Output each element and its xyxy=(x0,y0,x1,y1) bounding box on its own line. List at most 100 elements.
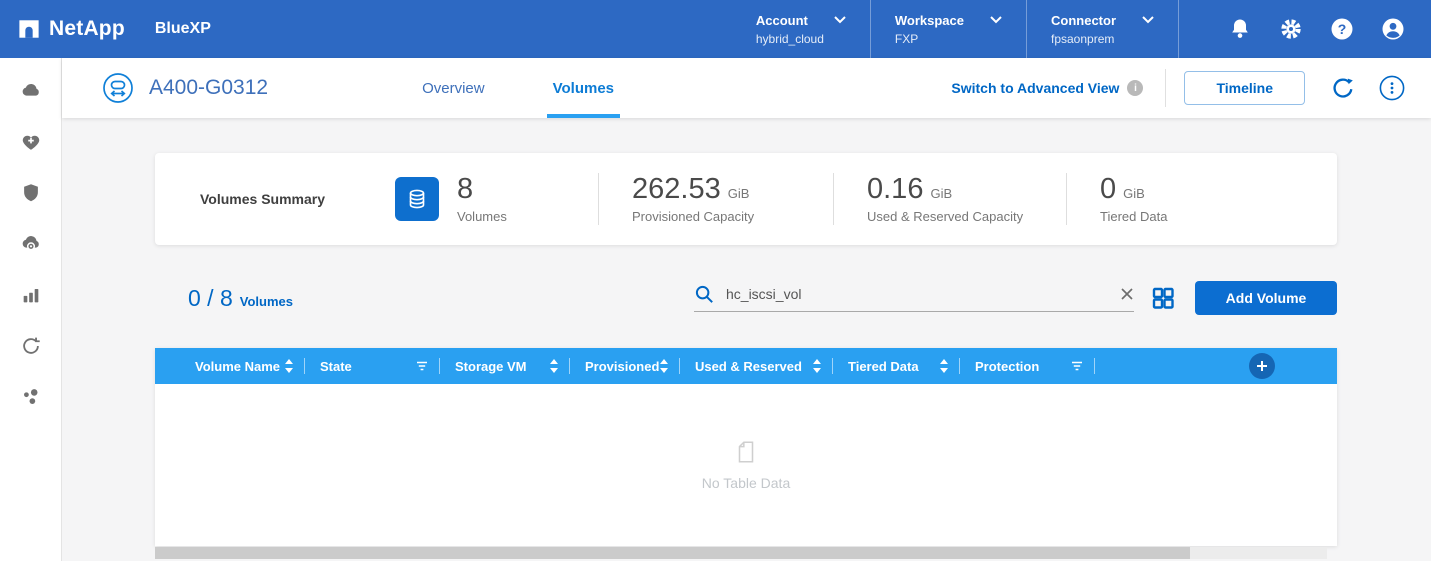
account-value: hybrid_cloud xyxy=(756,32,846,46)
connector-selector[interactable]: Connector fpsaonprem xyxy=(1026,0,1178,58)
svg-text:?: ? xyxy=(1338,21,1347,37)
column-label: Used & Reserved xyxy=(695,359,802,374)
top-bar: NetApp BlueXP Account hybrid_cloud Works… xyxy=(0,0,1431,58)
switch-advanced-view-link[interactable]: Switch to Advanced View xyxy=(951,80,1119,96)
provisioned-label: Provisioned Capacity xyxy=(632,209,833,224)
volumes-content: Volumes Summary 8 Volumes xyxy=(62,118,1431,559)
summary-title: Volumes Summary xyxy=(155,191,395,207)
connector-value: fpsaonprem xyxy=(1051,32,1154,46)
account-label: Account xyxy=(756,13,808,28)
sidebar-item-health-heart-icon[interactable] xyxy=(20,131,42,153)
sort-icon xyxy=(285,359,293,373)
horizontal-scrollbar[interactable] xyxy=(155,547,1327,559)
sidebar-item-protection-shield-icon[interactable] xyxy=(20,182,42,204)
bluexp-app: NetApp BlueXP Account hybrid_cloud Works… xyxy=(0,0,1431,561)
search-icon xyxy=(694,284,714,304)
workspace-selector[interactable]: Workspace FXP xyxy=(870,0,1026,58)
header-actions: Switch to Advanced View i Timeline xyxy=(951,58,1405,118)
metric-tiered-data: 0 GiB Tiered Data xyxy=(1066,173,1337,225)
tiered-data-value: 0 xyxy=(1100,175,1116,204)
tab-overview-label: Overview xyxy=(422,80,485,97)
tiered-data-label: Tiered Data xyxy=(1100,209,1337,224)
column-header-storage-vm[interactable]: Storage VM xyxy=(440,348,570,384)
netapp-logo-icon xyxy=(18,18,40,40)
volume-search xyxy=(694,284,1134,312)
info-icon: i xyxy=(1127,80,1143,96)
metric-volumes: 8 Volumes xyxy=(457,175,598,224)
clear-search-icon[interactable] xyxy=(1120,287,1134,301)
timeline-button[interactable]: Timeline xyxy=(1184,71,1305,105)
notifications-bell-icon[interactable] xyxy=(1228,17,1252,41)
connector-label: Connector xyxy=(1051,13,1116,28)
plus-icon xyxy=(1256,360,1268,372)
brand: NetApp BlueXP xyxy=(18,17,211,41)
search-input[interactable] xyxy=(726,286,1120,302)
chevron-down-icon xyxy=(990,16,1002,24)
filter-icon xyxy=(1071,361,1083,371)
table-empty-state: No Table Data xyxy=(155,384,1337,546)
chevron-down-icon xyxy=(1142,16,1154,24)
kebab-menu-icon[interactable] xyxy=(1379,75,1405,101)
column-header-volume-name[interactable]: Volume Name xyxy=(155,348,305,384)
sort-icon xyxy=(660,359,668,373)
topbar-controls: Account hybrid_cloud Workspace FXP Conne… xyxy=(732,0,1431,58)
header-divider xyxy=(1165,69,1166,107)
settings-gear-icon[interactable] xyxy=(1279,17,1303,41)
used-reserved-value: 0.16 xyxy=(867,175,923,204)
sidebar-item-sync-icon[interactable] xyxy=(20,335,42,357)
workspace-label: Workspace xyxy=(895,13,964,28)
used-reserved-label: Used & Reserved Capacity xyxy=(867,209,1066,224)
metric-provisioned-capacity: 262.53 GiB Provisioned Capacity xyxy=(598,173,833,225)
filter-count-label: Volumes xyxy=(240,294,293,309)
column-header-protection[interactable]: Protection xyxy=(960,348,1095,384)
page-title: A400-G0312 xyxy=(149,76,268,100)
sort-icon xyxy=(550,359,558,373)
column-label: Tiered Data xyxy=(848,359,919,374)
brand-name: NetApp xyxy=(49,17,125,41)
column-header-provisioned[interactable]: Provisioned xyxy=(570,348,680,384)
volumes-table: Volume Name State Storage VM Provisioned xyxy=(155,348,1337,546)
tab-volumes[interactable]: Volumes xyxy=(547,58,620,118)
column-label: Storage VM xyxy=(455,359,527,374)
sidebar-item-extensions-dots-icon[interactable] xyxy=(20,386,42,408)
tab-overview[interactable]: Overview xyxy=(416,58,491,118)
chevron-down-icon xyxy=(834,16,846,24)
main-area: A400-G0312 Overview Volumes Switch to Ad… xyxy=(62,58,1431,561)
product-name: BlueXP xyxy=(155,20,211,38)
horizontal-scrollbar-thumb[interactable] xyxy=(155,547,1190,559)
column-header-tiered-data[interactable]: Tiered Data xyxy=(833,348,960,384)
workspace-value: FXP xyxy=(895,32,1002,46)
table-header-row: Volume Name State Storage VM Provisioned xyxy=(155,348,1337,384)
column-label: Protection xyxy=(975,359,1039,374)
empty-table-text: No Table Data xyxy=(702,475,790,491)
sort-icon xyxy=(813,359,821,373)
view-tabs: Overview Volumes xyxy=(416,58,676,118)
sidebar-item-governance-cloud-lock-icon[interactable] xyxy=(20,233,42,255)
user-profile-icon[interactable] xyxy=(1381,17,1405,41)
add-volume-button[interactable]: Add Volume xyxy=(1195,281,1337,315)
column-header-used-reserved[interactable]: Used & Reserved xyxy=(680,348,833,384)
metric-used-reserved-capacity: 0.16 GiB Used & Reserved Capacity xyxy=(833,173,1066,225)
filter-icon xyxy=(416,361,428,371)
column-label: State xyxy=(320,359,352,374)
grid-view-icon[interactable] xyxy=(1151,286,1175,310)
topbar-icon-group: ? xyxy=(1178,0,1431,58)
working-environment-icon xyxy=(102,72,134,104)
add-column-button[interactable] xyxy=(1249,353,1275,379)
help-icon[interactable]: ? xyxy=(1330,17,1354,41)
sidebar-item-analytics-bar-chart-icon[interactable] xyxy=(20,284,42,306)
tiered-data-unit: GiB xyxy=(1123,186,1145,201)
column-header-state[interactable]: State xyxy=(305,348,440,384)
refresh-icon[interactable] xyxy=(1331,76,1355,100)
empty-table-page-icon xyxy=(733,439,759,465)
used-reserved-unit: GiB xyxy=(930,186,952,201)
volumes-summary-card: Volumes Summary 8 Volumes xyxy=(155,153,1337,245)
filter-count-value: 0 / 8 xyxy=(188,285,233,312)
volumes-count-value: 8 xyxy=(457,175,473,204)
working-environment-header: A400-G0312 Overview Volumes Switch to Ad… xyxy=(62,58,1431,118)
account-selector[interactable]: Account hybrid_cloud xyxy=(732,0,870,58)
volumes-toolbar: 0 / 8 Volumes xyxy=(155,281,1337,315)
left-sidebar xyxy=(0,58,62,561)
volumes-database-icon xyxy=(395,177,439,221)
sidebar-item-storage-cloud-icon[interactable] xyxy=(20,80,42,102)
